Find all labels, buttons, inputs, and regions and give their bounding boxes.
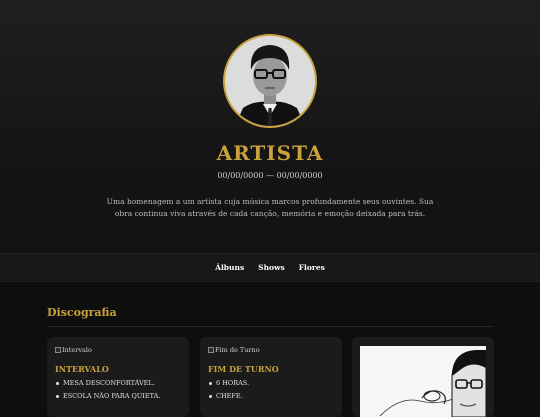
- album-cover-image: Fim de Turno: [208, 346, 260, 354]
- album-cover-alt: Fim de Turno: [215, 346, 260, 354]
- track-item: ESCOLA NÃO PARA QUIETA.: [55, 390, 160, 403]
- track-list: MESA DESCONFORTÁVEL. ESCOLA NÃO PARA QUI…: [55, 377, 160, 403]
- album-cover-photo: [360, 346, 486, 417]
- section-title-discografia: Discografia: [47, 306, 117, 319]
- nav-item-flores[interactable]: Flores: [299, 263, 325, 272]
- artist-name: ARTISTA: [216, 141, 324, 165]
- track-item: CHEFE.: [208, 390, 249, 403]
- broken-image-icon: [55, 347, 61, 353]
- hero-section: ARTISTA 00/00/0000 — 00/00/0000 Uma home…: [0, 0, 540, 253]
- album-card[interactable]: [352, 337, 494, 417]
- album-cover-image: Intervalo: [55, 346, 92, 354]
- album-card[interactable]: Intervalo INTERVALO MESA DESCONFORTÁVEL.…: [47, 337, 189, 417]
- nav-item-albuns[interactable]: Álbuns: [215, 263, 244, 272]
- album-cover-alt: Intervalo: [62, 346, 92, 354]
- broken-image-icon: [208, 347, 214, 353]
- track-item: MESA DESCONFORTÁVEL.: [55, 377, 160, 390]
- artist-bio: Uma homenagem a um artista cuja música m…: [106, 197, 434, 218]
- section-divider: [47, 326, 494, 327]
- track-item: 6 HORAS.: [208, 377, 249, 390]
- track-list: 6 HORAS. CHEFE.: [208, 377, 249, 403]
- album-card[interactable]: Fim de Turno FIM DE TURNO 6 HORAS. CHEFE…: [200, 337, 342, 417]
- artist-dates: 00/00/0000 — 00/00/0000: [217, 171, 323, 180]
- album-title: FIM DE TURNO: [208, 364, 279, 374]
- main-nav: Álbuns Shows Flores: [0, 253, 540, 282]
- album-title: INTERVALO: [55, 364, 109, 374]
- artist-avatar: [223, 34, 317, 128]
- nav-item-shows[interactable]: Shows: [258, 263, 285, 272]
